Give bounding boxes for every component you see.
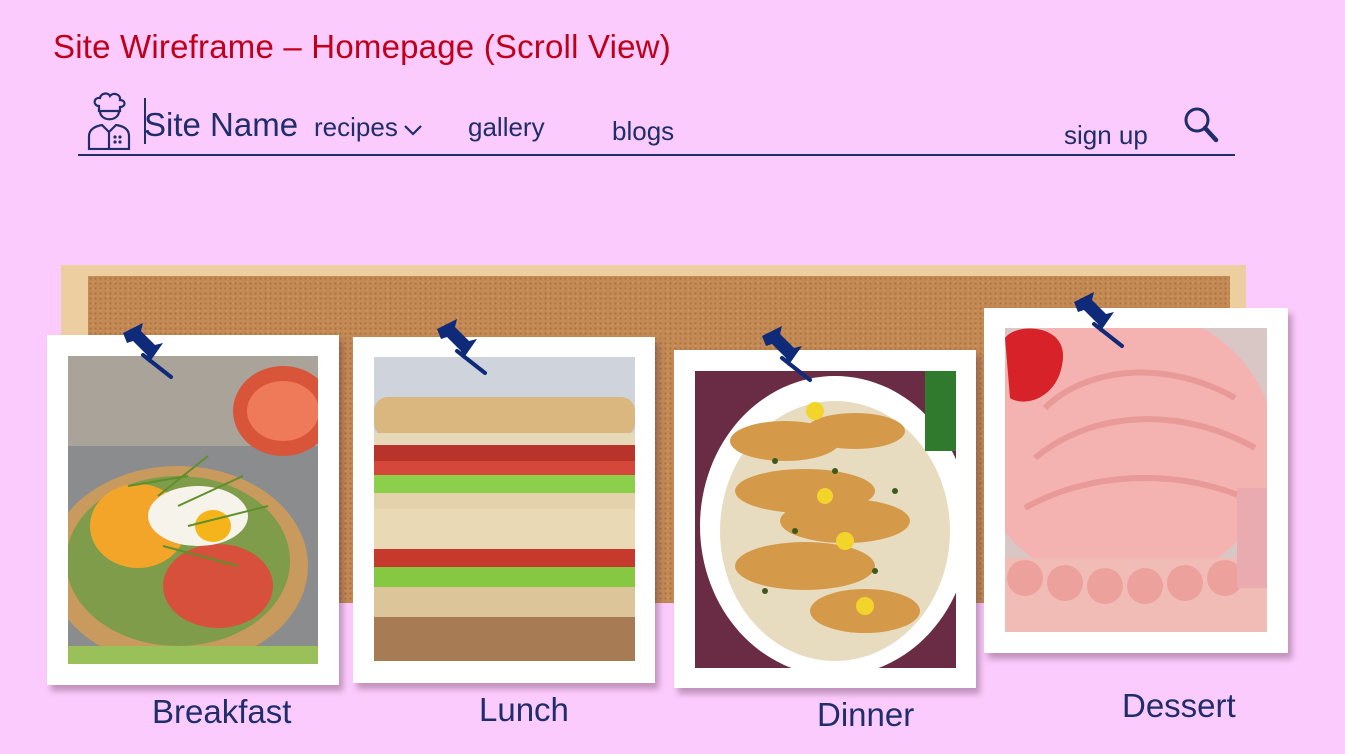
page-title: Site Wireframe – Homepage (Scroll View) xyxy=(53,28,671,65)
caption-breakfast[interactable]: Breakfast xyxy=(152,693,291,731)
category-card-lunch[interactable] xyxy=(353,319,655,683)
category-card-dinner[interactable] xyxy=(674,326,976,688)
nav-bar: Site Name recipes gallery blogs sign up xyxy=(78,90,1235,156)
chevron-down-icon[interactable] xyxy=(404,124,422,136)
site-name[interactable]: Site Name xyxy=(144,106,298,144)
search-icon[interactable] xyxy=(1182,106,1220,144)
pushpin-icon xyxy=(123,323,173,379)
pushpin-icon xyxy=(437,319,487,375)
category-card-dessert[interactable] xyxy=(984,292,1288,653)
caption-lunch[interactable]: Lunch xyxy=(479,691,569,729)
pushpin-icon xyxy=(762,326,812,382)
nav-link-blogs[interactable]: blogs xyxy=(612,116,674,147)
pushpin-icon xyxy=(1074,292,1124,348)
caption-dessert[interactable]: Dessert xyxy=(1122,687,1236,725)
dinner-photo xyxy=(695,371,956,668)
nav-link-recipes[interactable]: recipes xyxy=(314,112,398,143)
sign-up-link[interactable]: sign up xyxy=(1064,120,1148,151)
category-card-breakfast[interactable] xyxy=(47,323,339,685)
caption-dinner[interactable]: Dinner xyxy=(817,696,914,734)
lunch-photo xyxy=(374,357,635,661)
breakfast-photo xyxy=(68,356,318,664)
dessert-photo xyxy=(1005,328,1267,632)
nav-link-gallery[interactable]: gallery xyxy=(468,112,545,143)
chef-icon xyxy=(87,92,131,150)
